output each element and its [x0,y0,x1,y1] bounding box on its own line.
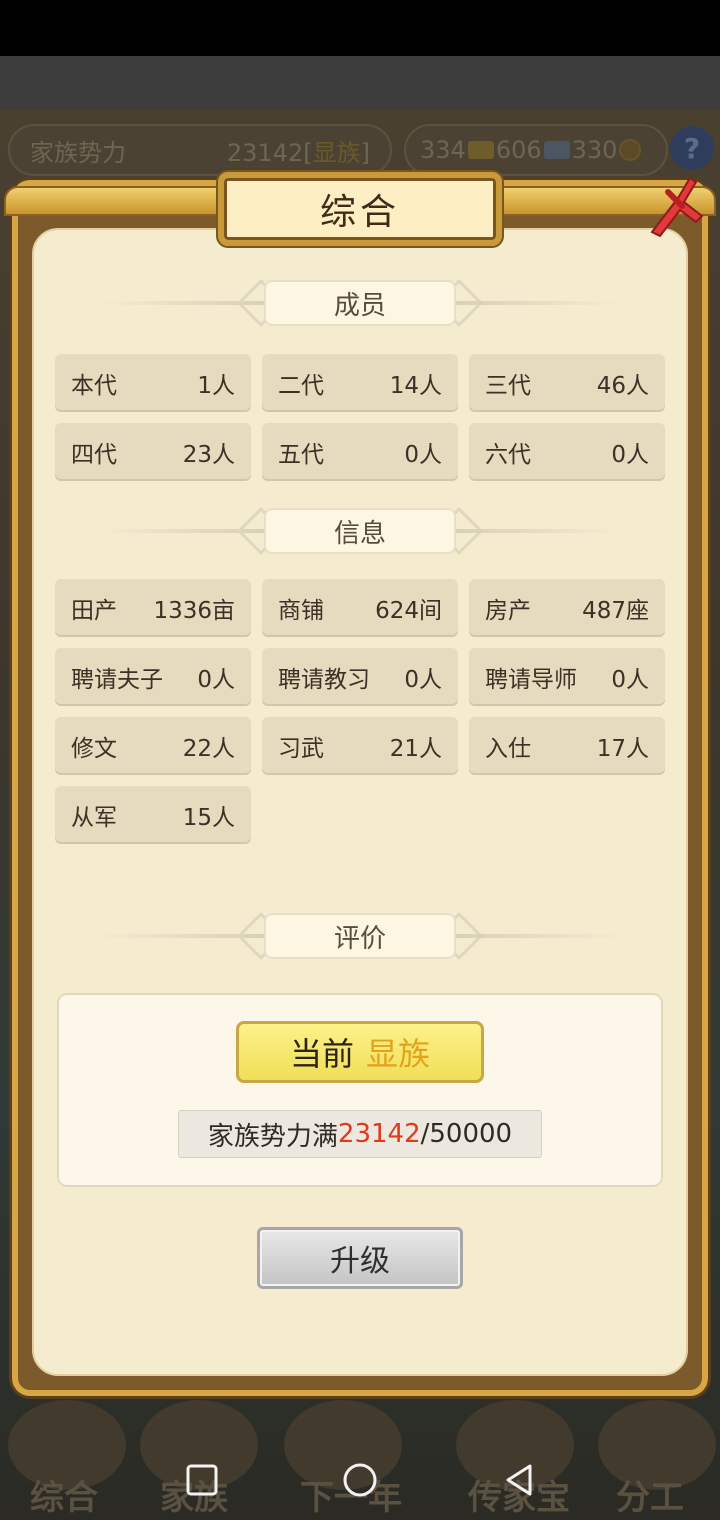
gold-count: 334 [420,136,466,164]
dialog-title: 综合 [218,172,502,246]
section-header-info: 信息 [96,506,624,556]
info-stat-farmland: 田产 1336亩 [55,579,251,637]
resource-bar: 334 606 330 [404,124,668,176]
stat-value: 22人 [182,736,235,762]
silver-count: 606 [495,136,542,164]
current-rank-badge: 当前 显族 [236,1021,484,1083]
triangle-back-icon [506,1464,532,1496]
progress-current: 23142 [337,1119,421,1149]
close-icon [650,176,704,238]
info-stat-officials: 入仕 17人 [469,717,665,775]
info-stat-houses: 房产 487座 [469,579,665,637]
stat-value: 23人 [182,442,235,468]
stat-value: 15人 [182,805,235,831]
stat-label: 五代 [278,442,324,468]
member-stat-gen2: 二代 14人 [262,354,458,412]
home-button[interactable] [340,1460,380,1500]
info-stat-instructors: 聘请教习 0人 [262,648,458,706]
stat-value: 1人 [197,373,235,399]
gold-ingot-icon [467,141,494,159]
info-stat-martial: 习武 21人 [262,717,458,775]
stat-value: 0人 [611,442,649,468]
progress-label: 家族势力满 [207,1121,338,1152]
stat-value: 487座 [582,598,649,624]
recent-apps-button[interactable] [182,1460,222,1500]
stat-value: 624间 [375,598,442,624]
stat-label: 本代 [71,373,117,399]
back-button[interactable] [500,1460,540,1500]
help-icon[interactable]: ? [670,126,714,170]
stat-value: 14人 [389,373,442,399]
member-stat-gen1: 本代 1人 [55,354,251,412]
stat-value: 17人 [596,736,649,762]
section-title-info: 信息 [264,508,456,554]
coin-count: 330 [571,136,618,164]
square-icon [186,1464,218,1496]
section-title-members: 成员 [264,280,456,326]
stat-value: 1336亩 [153,598,235,624]
stat-label: 田产 [71,598,117,624]
app-top-bar [0,56,720,110]
stat-value: 21人 [389,736,442,762]
info-stat-literature: 修文 22人 [55,717,251,775]
family-power-label: 家族势力 [30,138,126,167]
stat-value: 0人 [404,442,442,468]
divider-line [456,301,624,305]
member-stat-gen5: 五代 0人 [262,423,458,481]
close-button[interactable] [636,170,712,246]
divider-line [456,934,624,938]
progress-separator: / [420,1119,430,1149]
circle-icon [343,1463,377,1497]
stat-label: 修文 [71,736,117,762]
family-power-value-group: 23142[显族] [226,138,370,167]
family-power-bar: 家族势力 23142[显族] [8,124,392,176]
stat-label: 四代 [71,442,117,468]
status-bar [0,0,720,56]
coin-icon [619,139,642,161]
stat-label: 商铺 [278,598,324,624]
stat-label: 入仕 [485,736,531,762]
stat-label: 从军 [71,805,117,831]
progress-max: 50000 [429,1119,513,1149]
stat-label: 六代 [485,442,531,468]
family-power-value: 23142 [226,138,304,167]
info-stat-shops: 商铺 624间 [262,579,458,637]
info-stat-military: 从军 15人 [55,786,251,844]
section-title-evaluation: 评价 [264,913,456,959]
member-stat-gen3: 三代 46人 [469,354,665,412]
stat-value: 46人 [596,373,649,399]
info-stat-mentors: 聘请导师 0人 [469,648,665,706]
family-power-progress: 家族势力满 23142/50000 [178,1110,542,1158]
family-power-rank: 显族 [312,138,361,167]
stat-value: 0人 [404,667,442,693]
upgrade-button[interactable]: 升级 [257,1227,463,1289]
stat-label: 习武 [278,736,324,762]
info-stat-tutors: 聘请夫子 0人 [55,648,251,706]
divider-line [456,529,624,533]
stat-label: 聘请导师 [485,667,577,693]
stat-value: 0人 [611,667,649,693]
stat-label: 二代 [278,373,324,399]
silver-ingot-icon [543,141,570,159]
current-rank-value: 显族 [366,1035,431,1073]
stat-label: 房产 [485,598,531,624]
current-rank-label: 当前 [289,1035,354,1073]
stat-label: 聘请教习 [278,667,370,693]
stat-label: 三代 [485,373,531,399]
stat-value: 0人 [197,667,235,693]
stat-label: 聘请夫子 [71,667,163,693]
member-stat-gen6: 六代 0人 [469,423,665,481]
section-header-members: 成员 [96,278,624,328]
section-header-evaluation: 评价 [96,911,624,961]
member-stat-gen4: 四代 23人 [55,423,251,481]
